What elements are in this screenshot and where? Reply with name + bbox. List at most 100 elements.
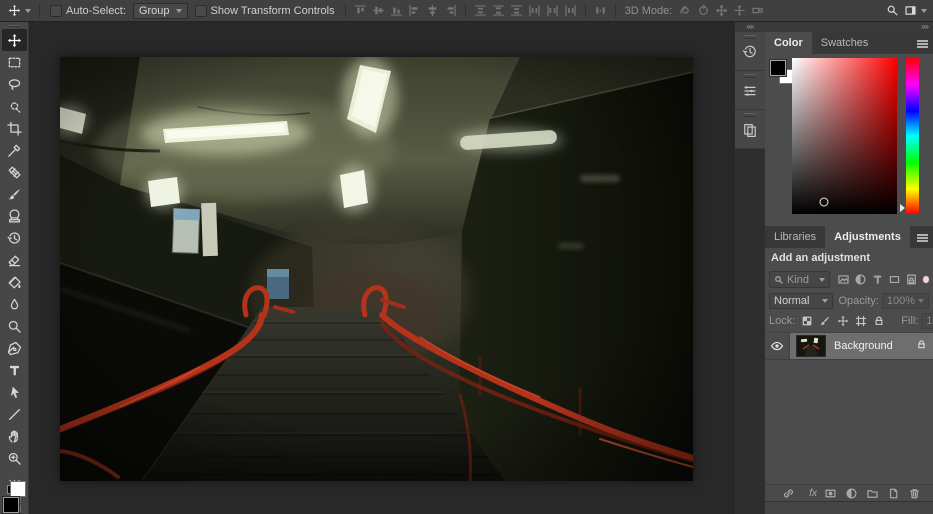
type-tool[interactable] xyxy=(2,359,27,381)
spot-healing-brush-tool[interactable] xyxy=(2,161,27,183)
foreground-color-swatch[interactable] xyxy=(2,497,19,513)
lasso-tool[interactable] xyxy=(2,73,27,95)
panel-menu-icon[interactable] xyxy=(917,234,928,236)
align-vertical-centers-icon[interactable] xyxy=(370,2,387,19)
filter-type-layers-icon[interactable] xyxy=(870,272,885,287)
lock-image-pixels-icon[interactable] xyxy=(817,314,832,328)
tool-preset-picker[interactable] xyxy=(6,2,31,19)
distribute-left-edges-icon[interactable] xyxy=(526,2,543,19)
align-right-edges-icon[interactable] xyxy=(442,2,459,19)
panel-menu-icon[interactable] xyxy=(917,40,928,42)
auto-select-checkbox[interactable] xyxy=(50,4,62,17)
line-tool[interactable] xyxy=(2,403,27,425)
layer-filter-toggle[interactable] xyxy=(923,276,929,283)
rectangular-marquee-tool[interactable] xyxy=(2,51,27,73)
brush-tool[interactable] xyxy=(2,183,27,205)
blend-mode-dropdown[interactable]: Normal xyxy=(769,293,833,309)
tab-libraries[interactable]: Libraries xyxy=(765,226,825,248)
notes-panel-icon[interactable] xyxy=(735,110,765,149)
search-icon xyxy=(774,275,784,285)
link-layers-icon[interactable] xyxy=(781,486,796,501)
hue-slider-arrow[interactable] xyxy=(900,204,905,212)
filter-smart-objects-icon[interactable] xyxy=(904,272,919,287)
align-bottom-edges-icon[interactable] xyxy=(388,2,405,19)
layer-visibility-eye-icon[interactable] xyxy=(765,333,790,359)
hand-tool[interactable] xyxy=(2,425,27,447)
color-panel-swatches[interactable] xyxy=(770,60,794,84)
history-panel-icon[interactable] xyxy=(735,32,765,71)
eyedropper-tool[interactable] xyxy=(2,139,27,161)
chevron-down-icon[interactable] xyxy=(921,8,927,13)
filter-shape-layers-icon[interactable] xyxy=(887,272,902,287)
tab-color[interactable]: Color xyxy=(765,32,812,54)
lock-artboard-nesting-icon[interactable] xyxy=(853,314,868,328)
align-top-edges-icon[interactable] xyxy=(352,2,369,19)
opacity-value-dropdown[interactable]: 100% xyxy=(881,293,929,309)
gradient-tool[interactable] xyxy=(2,271,27,293)
drag-grip xyxy=(744,113,756,117)
distribute-right-edges-icon[interactable] xyxy=(562,2,579,19)
filter-pixel-layers-icon[interactable] xyxy=(836,272,851,287)
background-color-swatch[interactable] xyxy=(9,481,26,497)
layer-row-background[interactable]: Background xyxy=(765,332,933,360)
move-tool[interactable] xyxy=(1,29,27,51)
expand-dock-icon[interactable]: »» xyxy=(765,22,933,32)
filter-adjustment-layers-icon[interactable] xyxy=(853,272,868,287)
toolbar-grip[interactable] xyxy=(8,25,20,27)
add-layer-mask-icon[interactable] xyxy=(823,486,838,501)
layer-filter-kind-dropdown[interactable]: Kind xyxy=(769,271,831,288)
3d-camera-icon[interactable] xyxy=(749,2,766,19)
crop-tool[interactable] xyxy=(2,117,27,139)
kind-label: Kind xyxy=(787,273,810,286)
history-brush-tool[interactable] xyxy=(2,227,27,249)
3d-slide-icon[interactable] xyxy=(731,2,748,19)
dodge-tool[interactable] xyxy=(2,315,27,337)
eraser-tool[interactable] xyxy=(2,249,27,271)
properties-panel-icon[interactable] xyxy=(735,71,765,110)
fill-value: 100% xyxy=(926,315,933,327)
auto-select-target-dropdown[interactable]: Group xyxy=(132,2,188,19)
new-group-icon[interactable] xyxy=(865,486,880,501)
path-selection-tool[interactable] xyxy=(2,381,27,403)
collapse-dock-icon[interactable]: «« xyxy=(735,22,765,32)
distribute-vertical-centers-icon[interactable] xyxy=(490,2,507,19)
layer-style-icon[interactable]: fx xyxy=(802,486,817,501)
layer-thumbnail[interactable] xyxy=(796,335,826,357)
zoom-tool[interactable] xyxy=(2,447,27,469)
show-transform-checkbox[interactable] xyxy=(194,4,207,17)
tab-swatches[interactable]: Swatches xyxy=(812,32,878,54)
blur-tool[interactable] xyxy=(2,293,27,315)
new-adjustment-layer-icon[interactable] xyxy=(844,486,859,501)
quick-selection-tool[interactable] xyxy=(2,95,27,117)
clone-stamp-tool[interactable] xyxy=(2,205,27,227)
saturation-brightness-field[interactable] xyxy=(792,58,897,214)
distribute-top-edges-icon[interactable] xyxy=(472,2,489,19)
fill-value-dropdown[interactable]: 100% xyxy=(921,313,933,329)
layer-name[interactable]: Background xyxy=(834,340,893,352)
delete-layer-icon[interactable] xyxy=(907,486,922,501)
hue-slider[interactable] xyxy=(900,58,919,214)
lock-position-icon[interactable] xyxy=(835,314,850,328)
search-icon[interactable] xyxy=(884,2,901,19)
3d-pan-icon[interactable] xyxy=(713,2,730,19)
align-horizontal-centers-icon[interactable] xyxy=(424,2,441,19)
color-selector-circle[interactable] xyxy=(819,197,828,207)
foreground-color-swatch[interactable] xyxy=(770,60,786,76)
distribute-horizontal-centers-icon[interactable] xyxy=(544,2,561,19)
lock-transparent-pixels-icon[interactable] xyxy=(799,314,814,328)
tool-buttons xyxy=(1,29,27,491)
align-left-edges-icon[interactable] xyxy=(406,2,423,19)
pen-tool[interactable] xyxy=(2,337,27,359)
new-layer-icon[interactable] xyxy=(886,486,901,501)
tab-adjustments[interactable]: Adjustments xyxy=(825,226,910,248)
workspace-switcher-icon[interactable] xyxy=(902,2,919,19)
canvas-image[interactable] xyxy=(60,57,693,481)
distribute-bottom-edges-icon[interactable] xyxy=(508,2,525,19)
layer-row-body[interactable]: Background xyxy=(790,333,933,359)
3d-mode-buttons xyxy=(677,2,766,19)
3d-roll-icon[interactable] xyxy=(695,2,712,19)
lock-all-icon[interactable] xyxy=(871,314,886,328)
distribute-spacing-icon[interactable] xyxy=(592,2,609,19)
layer-lock-icon[interactable] xyxy=(916,339,927,353)
3d-orbit-icon[interactable] xyxy=(677,2,694,19)
